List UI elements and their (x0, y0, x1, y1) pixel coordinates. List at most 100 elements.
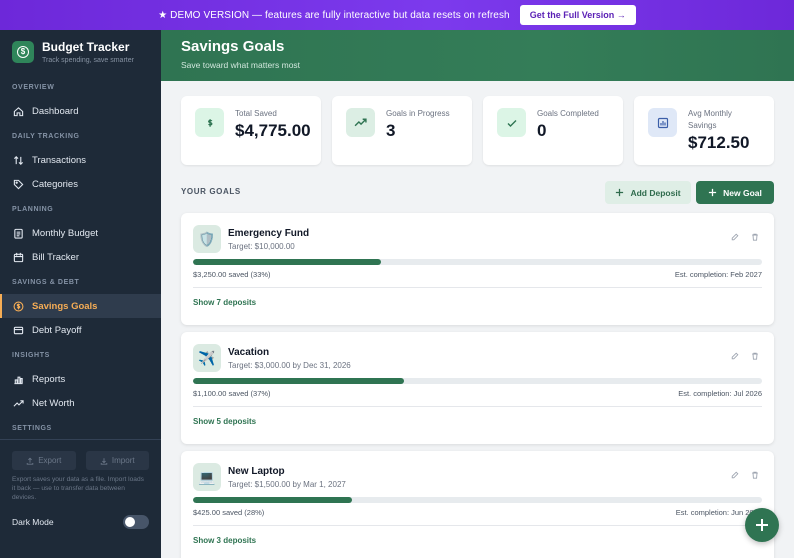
dark-mode-row: Dark Mode (0, 515, 161, 529)
stat-value: $712.50 (688, 133, 750, 152)
stat-card-goals-completed: Goals Completed 0 (483, 96, 623, 165)
sidebar-item-dashboard[interactable]: Dashboard (0, 99, 161, 123)
sidebar-item-net-worth[interactable]: Net Worth (0, 391, 161, 415)
goal-card-emergency-fund: 🛡️ Emergency Fund Target: $10,000.00 $3,… (181, 213, 774, 325)
trend-icon (13, 399, 24, 407)
brand-subtitle: Track spending, save smarter (42, 56, 134, 64)
dark-mode-toggle[interactable] (123, 515, 149, 529)
stat-label: Total Saved (235, 109, 277, 118)
new-goal-button[interactable]: New Goal (696, 181, 774, 204)
plus-icon (616, 188, 624, 197)
add-deposit-label: Add Deposit (630, 187, 681, 198)
progress-fill (193, 259, 381, 265)
export-import-note: Export saves your data as a file. Import… (12, 476, 144, 501)
home-icon (13, 106, 24, 116)
card-icon (13, 326, 24, 334)
stat-card-avg-monthly-savings: Avg Monthly Savings $712.50 (634, 96, 774, 165)
export-button[interactable]: Export (12, 451, 76, 470)
sidebar-item-label: Bill Tracker (32, 251, 79, 263)
sidebar-section-overview: OVERVIEW (12, 83, 55, 91)
airplane-icon: ✈️ (193, 344, 221, 372)
new-goal-label: New Goal (723, 187, 762, 198)
goal-target: Target: $3,000.00 by Dec 31, 2026 (228, 361, 351, 370)
edit-icon[interactable] (731, 233, 739, 241)
progress-bar (193, 497, 762, 503)
your-goals-heading: YOUR GOALS (181, 187, 241, 196)
sidebar-divider (0, 439, 161, 440)
demo-banner: ★ DEMO VERSION — features are fully inte… (0, 0, 794, 30)
trash-icon[interactable] (751, 233, 759, 241)
export-label: Export (38, 456, 62, 465)
sidebar-item-label: Transactions (32, 154, 87, 166)
sidebar-item-label: Net Worth (32, 397, 75, 409)
goal-saved: $3,250.00 saved (33%) (193, 270, 271, 279)
sidebar-item-label: Savings Goals (32, 300, 98, 312)
sidebar-item-transactions[interactable]: Transactions (0, 148, 161, 172)
show-deposits-link[interactable]: Show 3 deposits (193, 536, 256, 545)
dollar-icon (195, 108, 224, 137)
trash-icon[interactable] (751, 471, 759, 479)
show-deposits-link[interactable]: Show 5 deposits (193, 417, 256, 426)
sidebar-section-settings: SETTINGS (12, 424, 52, 432)
brand: $ Budget Tracker Track spending, save sm… (0, 30, 161, 73)
import-button[interactable]: Import (85, 451, 149, 470)
stat-card-total-saved: Total Saved $4,775.00 (181, 96, 321, 165)
goal-saved: $425.00 saved (28%) (193, 508, 265, 517)
sidebar-item-categories[interactable]: Categories (0, 172, 161, 196)
goal-saved: $1,100.00 saved (37%) (193, 389, 271, 398)
goal-card-vacation: ✈️ Vacation Target: $3,000.00 by Dec 31,… (181, 332, 774, 444)
sidebar-section-daily-tracking: DAILY TRACKING (12, 132, 80, 140)
add-deposit-button[interactable]: Add Deposit (605, 181, 691, 204)
dark-mode-label: Dark Mode (12, 517, 54, 527)
goal-name: New Laptop (228, 466, 285, 477)
demo-banner-text: ★ DEMO VERSION — features are fully inte… (158, 9, 510, 21)
stat-label: Goals Completed (537, 109, 599, 118)
laptop-icon: 💻 (193, 463, 221, 491)
sidebar-item-reports[interactable]: Reports (0, 367, 161, 391)
stat-label: Goals in Progress (386, 109, 450, 118)
import-label: Import (111, 456, 135, 465)
sidebar-item-debt-payoff[interactable]: Debt Payoff (0, 318, 161, 342)
plus-icon (756, 519, 768, 531)
goal-card-new-laptop: 💻 New Laptop Target: $1,500.00 by Mar 1,… (181, 451, 774, 558)
page-subtitle: Save toward what matters most (181, 60, 301, 70)
sidebar: $ Budget Tracker Track spending, save sm… (0, 30, 161, 558)
sidebar-section-insights: INSIGHTS (12, 351, 50, 359)
sidebar-item-label: Monthly Budget (32, 227, 99, 239)
add-fab-button[interactable] (745, 508, 779, 542)
goal-est-completion: Est. completion: Jul 2026 (678, 389, 762, 398)
bar-chart-icon (14, 376, 23, 384)
plus-icon (709, 188, 717, 197)
show-deposits-link[interactable]: Show 7 deposits (193, 298, 256, 307)
stat-value: $4,775.00 (235, 121, 311, 140)
sidebar-item-monthly-budget[interactable]: Monthly Budget (0, 221, 161, 245)
edit-icon[interactable] (731, 471, 739, 479)
download-icon (100, 457, 108, 465)
goal-name: Vacation (228, 347, 270, 358)
brand-logo-icon: $ (12, 40, 34, 63)
clipboard-icon (14, 228, 23, 239)
page-title: Savings Goals (181, 38, 285, 55)
goal-name: Emergency Fund (228, 228, 310, 239)
check-icon (497, 108, 526, 137)
goal-divider (193, 287, 762, 288)
progress-fill (193, 497, 353, 503)
stat-label: Avg Monthly Savings (688, 109, 732, 130)
sidebar-item-label: Categories (32, 178, 78, 190)
edit-icon[interactable] (731, 352, 739, 360)
tag-icon (13, 179, 24, 189)
sidebar-item-bill-tracker[interactable]: Bill Tracker (0, 245, 161, 269)
trash-icon[interactable] (751, 352, 759, 360)
stat-value: 0 (537, 121, 547, 140)
page-header: Savings Goals Save toward what matters m… (161, 30, 794, 81)
sidebar-item-label: Debt Payoff (32, 324, 82, 336)
stat-value: 3 (386, 121, 396, 140)
sidebar-item-label: Reports (32, 373, 66, 385)
get-full-version-button[interactable]: Get the Full Version → (519, 5, 636, 25)
goal-divider (193, 406, 762, 407)
goal-est-completion: Est. completion: Feb 2027 (674, 270, 762, 279)
goal-divider (193, 525, 762, 526)
goal-target: Target: $10,000.00 (228, 242, 295, 251)
sidebar-item-savings-goals[interactable]: Savings Goals (0, 294, 161, 318)
shield-icon: 🛡️ (193, 225, 221, 253)
